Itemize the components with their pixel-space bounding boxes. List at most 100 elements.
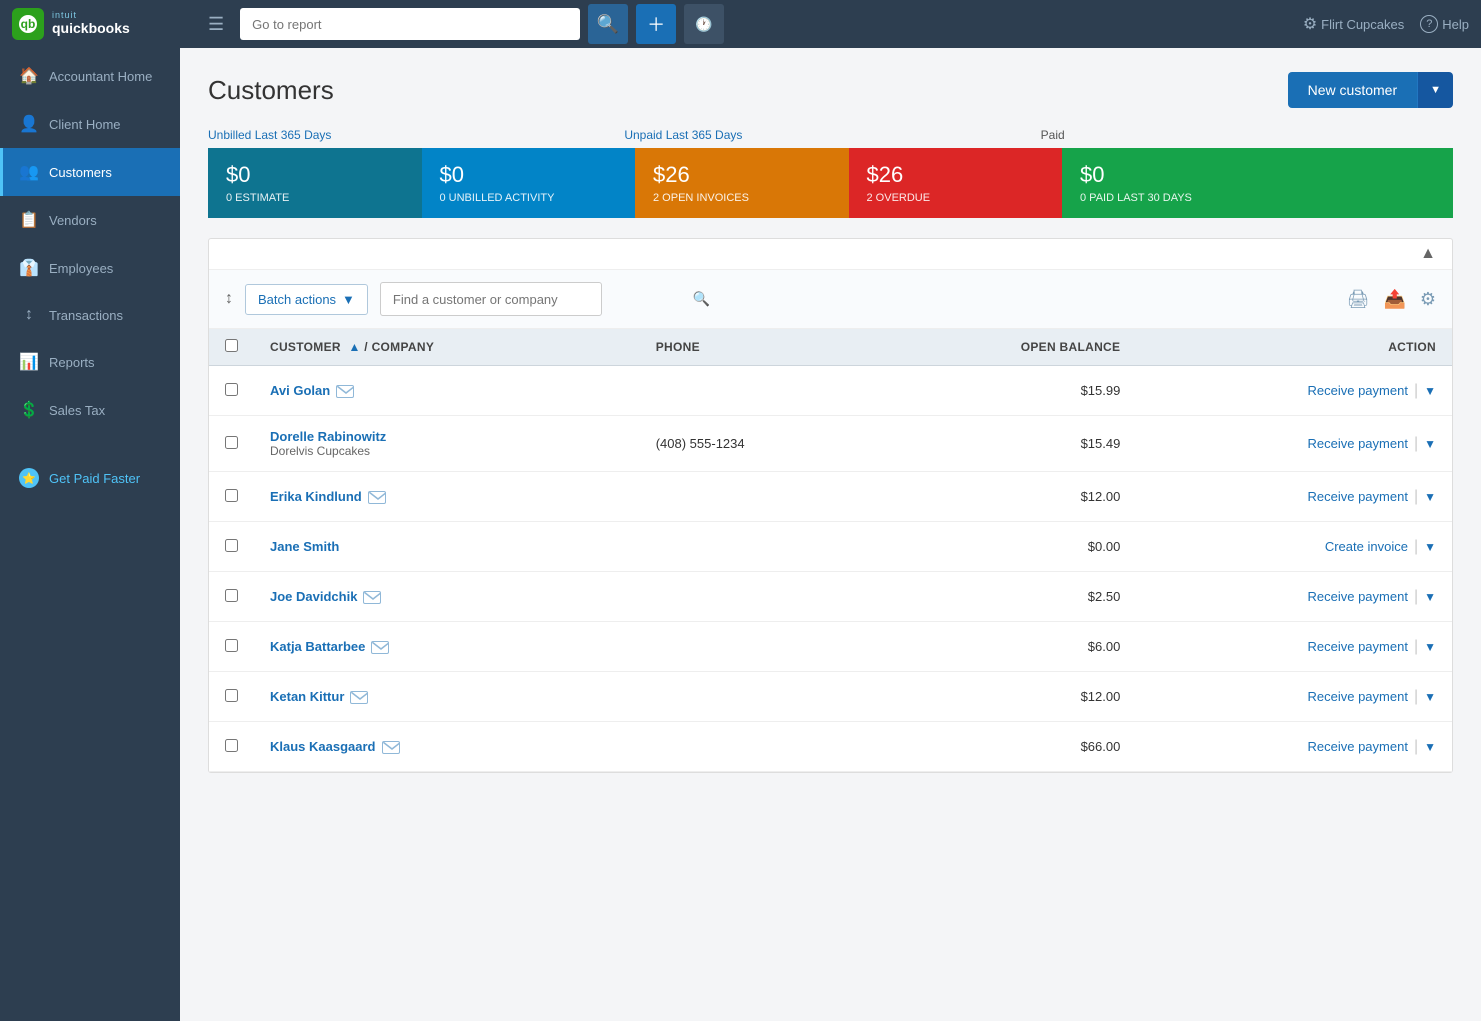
header-open-balance[interactable]: OPEN BALANCE: [878, 329, 1137, 366]
card-unbilled[interactable]: $0 0 UNBILLED ACTIVITY: [422, 148, 636, 218]
help-item[interactable]: ? Help: [1420, 15, 1469, 33]
sidebar-item-customers[interactable]: 👥 Customers: [0, 148, 180, 196]
row-checkbox[interactable]: [225, 739, 238, 752]
summary-cards: $0 0 ESTIMATE $0 0 UNBILLED ACTIVITY $26…: [208, 148, 1453, 218]
row-action-button[interactable]: Receive payment: [1308, 485, 1408, 508]
row-action-button[interactable]: Receive payment: [1308, 735, 1408, 758]
customer-name-link[interactable]: Joe Davidchik: [270, 589, 357, 604]
global-search-button[interactable]: 🔍: [588, 4, 628, 44]
table-row: Erika Kindlund $12.00 Receive payment | …: [209, 472, 1452, 522]
action-dropdown-arrow[interactable]: ▼: [1424, 640, 1436, 654]
collapse-section: ▲: [209, 239, 1452, 270]
card-estimate[interactable]: $0 0 ESTIMATE: [208, 148, 422, 218]
sort-arrow-icon: ▲: [348, 340, 360, 354]
customers-table-section: ▲ ↕ Batch actions ▼ 🔍 🖨 📤 ⚙: [208, 238, 1453, 773]
sidebar-label-reports: Reports: [49, 355, 95, 370]
customer-name-link[interactable]: Katja Battarbee: [270, 639, 365, 654]
svg-text:qb: qb: [21, 17, 36, 31]
sidebar-item-vendors[interactable]: 📋 Vendors: [0, 196, 180, 244]
action-dropdown-arrow[interactable]: ▼: [1424, 690, 1436, 704]
row-customer-name-cell: Avi Golan: [254, 366, 640, 416]
action-dropdown-arrow[interactable]: ▼: [1424, 437, 1436, 451]
export-icon[interactable]: 📤: [1383, 289, 1405, 310]
row-checkbox[interactable]: [225, 689, 238, 702]
new-customer-dropdown[interactable]: ▼: [1417, 72, 1453, 108]
row-balance: $12.00: [878, 672, 1137, 722]
row-action-cell: Receive payment | ▼: [1136, 366, 1452, 416]
action-dropdown-arrow[interactable]: ▼: [1424, 540, 1436, 554]
batch-actions-arrow-icon: ▼: [342, 292, 355, 307]
row-action-button[interactable]: Receive payment: [1308, 685, 1408, 708]
row-action-cell: Receive payment | ▼: [1136, 672, 1452, 722]
table-row: Klaus Kaasgaard $66.00 Receive payment |…: [209, 722, 1452, 772]
header-customer[interactable]: CUSTOMER ▲ / COMPANY: [254, 329, 640, 366]
customer-name-link[interactable]: Dorelle Rabinowitz: [270, 429, 386, 444]
client-icon: 👤: [19, 114, 39, 134]
card-open-invoices[interactable]: $26 2 OPEN INVOICES: [635, 148, 849, 218]
row-checkbox-cell: [209, 472, 254, 522]
sales-tax-icon: 💲: [19, 400, 39, 420]
main-content: Customers New customer ▼ Unbilled Last 3…: [180, 48, 1481, 1021]
print-icon[interactable]: 🖨: [1347, 289, 1370, 310]
row-phone: [640, 366, 878, 416]
sidebar-item-employees[interactable]: 👔 Employees: [0, 244, 180, 292]
row-action-button[interactable]: Create invoice: [1325, 535, 1408, 558]
sidebar-item-client-home[interactable]: 👤 Client Home: [0, 100, 180, 148]
home-icon: 🏠: [19, 66, 39, 86]
action-divider: |: [1414, 538, 1418, 556]
summary-labels: Unbilled Last 365 Days Unpaid Last 365 D…: [208, 128, 1453, 142]
row-checkbox[interactable]: [225, 639, 238, 652]
card-overdue[interactable]: $26 2 OVERDUE: [849, 148, 1063, 218]
row-checkbox[interactable]: [225, 436, 238, 449]
customer-name-link[interactable]: Jane Smith: [270, 539, 339, 554]
sort-icon[interactable]: ↕: [225, 290, 233, 308]
action-dropdown-arrow[interactable]: ▼: [1424, 490, 1436, 504]
action-dropdown-arrow[interactable]: ▼: [1424, 740, 1436, 754]
customer-name-link[interactable]: Erika Kindlund: [270, 489, 362, 504]
row-customer-name-cell: Jane Smith: [254, 522, 640, 572]
customer-name-link[interactable]: Klaus Kaasgaard: [270, 739, 376, 754]
settings-icon[interactable]: ⚙: [1420, 289, 1436, 310]
row-action-button[interactable]: Receive payment: [1308, 379, 1408, 402]
new-customer-button[interactable]: New customer: [1288, 72, 1417, 108]
customer-name-link[interactable]: Ketan Kittur: [270, 689, 344, 704]
new-customer-button-group: New customer ▼: [1288, 72, 1453, 108]
action-dropdown-arrow[interactable]: ▼: [1424, 384, 1436, 398]
row-action-button[interactable]: Receive payment: [1308, 432, 1408, 455]
sidebar-item-sales-tax[interactable]: 💲 Sales Tax: [0, 386, 180, 434]
row-checkbox[interactable]: [225, 383, 238, 396]
card-paid[interactable]: $0 0 PAID LAST 30 DAYS: [1062, 148, 1453, 218]
customer-search-input[interactable]: [380, 282, 602, 316]
row-phone: [640, 572, 878, 622]
customer-name-link[interactable]: Avi Golan: [270, 383, 330, 398]
card-paid-amount: $0: [1080, 162, 1435, 188]
select-all-checkbox[interactable]: [225, 339, 238, 352]
settings-item[interactable]: ⚙ Flirt Cupcakes: [1303, 14, 1404, 34]
vendors-icon: 📋: [19, 210, 39, 230]
row-action-button[interactable]: Receive payment: [1308, 635, 1408, 658]
header-phone[interactable]: PHONE: [640, 329, 878, 366]
table-row: Ketan Kittur $12.00 Receive payment | ▼: [209, 672, 1452, 722]
card-overdue-amount: $26: [867, 162, 1045, 188]
row-checkbox[interactable]: [225, 589, 238, 602]
sidebar-item-accountant-home[interactable]: 🏠 Accountant Home: [0, 52, 180, 100]
quickbooks-logo: qb: [12, 8, 44, 40]
sidebar-label-sales-tax: Sales Tax: [49, 403, 105, 418]
sidebar-item-reports[interactable]: 📊 Reports: [0, 338, 180, 386]
row-action-button[interactable]: Receive payment: [1308, 585, 1408, 608]
table-toolbar: ↕ Batch actions ▼ 🔍 🖨 📤 ⚙: [209, 270, 1452, 329]
batch-actions-label: Batch actions: [258, 292, 336, 307]
page-header: Customers New customer ▼: [208, 72, 1453, 108]
hamburger-button[interactable]: ☰: [200, 10, 232, 39]
batch-actions-button[interactable]: Batch actions ▼: [245, 284, 368, 315]
sidebar-item-transactions[interactable]: ↕ Transactions: [0, 292, 180, 338]
nav-search-input[interactable]: [240, 8, 580, 40]
paid-label: Paid: [1041, 128, 1453, 142]
add-button[interactable]: ＋: [636, 4, 676, 44]
row-checkbox[interactable]: [225, 489, 238, 502]
collapse-button[interactable]: ▲: [1420, 245, 1436, 263]
sidebar-item-get-paid-faster[interactable]: ⭐ Get Paid Faster: [0, 454, 180, 502]
history-button[interactable]: 🕐: [684, 4, 724, 44]
row-checkbox[interactable]: [225, 539, 238, 552]
action-dropdown-arrow[interactable]: ▼: [1424, 590, 1436, 604]
